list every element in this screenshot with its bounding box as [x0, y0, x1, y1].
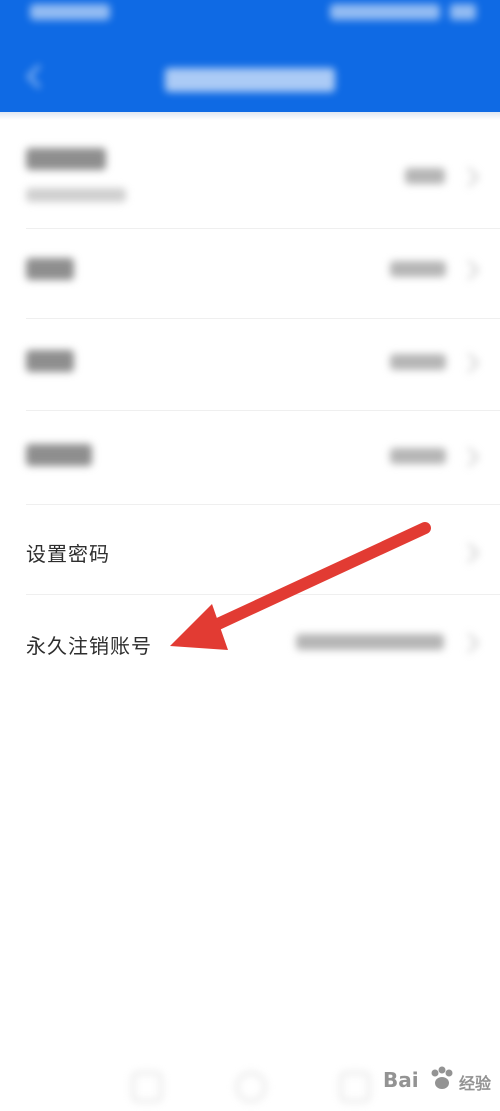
row-value [390, 448, 446, 464]
divider [26, 504, 500, 505]
row-sublabel [26, 188, 126, 202]
row-label [26, 350, 74, 372]
watermark-sub: 经验 [459, 1074, 492, 1093]
divider [26, 594, 500, 595]
header-shadow [0, 112, 500, 120]
row-value [405, 168, 445, 184]
watermark-brand: Bai [383, 1068, 419, 1092]
row-value [390, 354, 446, 370]
chevron-right-icon [459, 543, 479, 563]
divider [26, 318, 500, 319]
divider [26, 410, 500, 411]
baidu-jingyan-watermark: Bai 经验 [383, 1060, 495, 1100]
chevron-right-icon [459, 633, 479, 653]
chevron-right-icon [459, 167, 479, 187]
app-header [0, 0, 500, 112]
row-label [26, 444, 92, 466]
divider [26, 228, 500, 229]
row-label [26, 148, 106, 170]
settings-row-4[interactable] [0, 414, 500, 494]
nav-home-icon[interactable] [236, 1072, 266, 1102]
back-button[interactable] [22, 60, 52, 96]
chevron-right-icon [459, 353, 479, 373]
status-icons [330, 4, 440, 20]
paw-logo-icon [431, 1066, 453, 1089]
settings-row-3[interactable] [0, 322, 500, 398]
row-value [296, 634, 444, 650]
chevron-right-icon [459, 447, 479, 467]
chevron-left-icon [26, 64, 51, 89]
set-password-label: 设置密码 [26, 542, 110, 566]
page-title [165, 68, 335, 92]
status-time [30, 4, 110, 20]
chevron-right-icon [459, 260, 479, 280]
nav-back-icon[interactable] [132, 1072, 162, 1102]
row-value [390, 261, 446, 277]
settings-row-1[interactable] [0, 130, 500, 222]
delete-account-row[interactable]: 永久注销账号 [0, 598, 500, 684]
set-password-row[interactable]: 设置密码 [0, 508, 500, 592]
settings-row-2[interactable] [0, 232, 500, 308]
row-label [26, 258, 74, 280]
battery-icon [450, 4, 476, 20]
nav-recent-icon[interactable] [340, 1072, 370, 1102]
delete-account-label: 永久注销账号 [26, 634, 152, 658]
